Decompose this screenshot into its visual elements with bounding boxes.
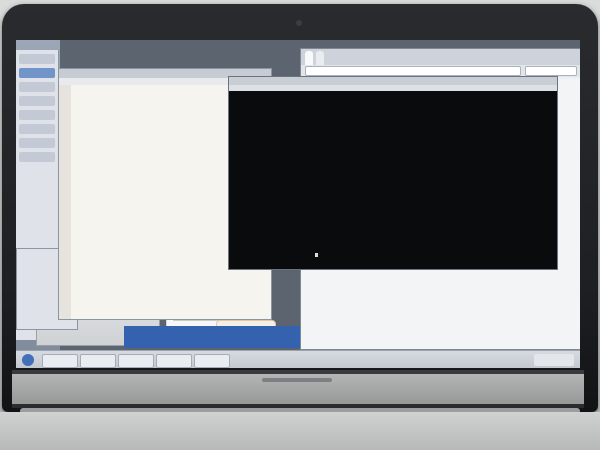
file-manager-item[interactable] — [19, 96, 55, 106]
taskbar-item[interactable] — [42, 354, 78, 368]
browser-tab[interactable] — [316, 51, 324, 65]
system-tray[interactable] — [534, 354, 574, 366]
file-manager-item[interactable] — [19, 138, 55, 148]
start-menu-icon[interactable] — [22, 354, 34, 366]
browser-tab[interactable] — [305, 51, 313, 65]
terminal-title-bar[interactable] — [229, 77, 557, 85]
editor-gutter — [59, 85, 71, 319]
laptop-base — [0, 412, 600, 450]
taskbar-item[interactable] — [194, 354, 230, 368]
search-input[interactable] — [525, 66, 577, 76]
file-manager-item-selected[interactable] — [19, 68, 55, 78]
address-bar[interactable] — [305, 66, 521, 76]
terminal-window[interactable] — [228, 76, 558, 270]
screen-bottom-bezel — [12, 370, 584, 408]
file-manager-item[interactable] — [19, 124, 55, 134]
file-manager-item[interactable] — [19, 152, 55, 162]
file-manager-item[interactable] — [19, 110, 55, 120]
terminal-menu-bar[interactable] — [229, 85, 557, 91]
browser-tab-strip — [301, 49, 580, 65]
taskbar — [16, 350, 580, 368]
taskbar-item[interactable] — [156, 354, 192, 368]
taskbar-item[interactable] — [80, 354, 116, 368]
blue-panel — [124, 326, 300, 348]
taskbar-item[interactable] — [118, 354, 154, 368]
file-manager-item[interactable] — [19, 82, 55, 92]
laptop-screen — [16, 40, 580, 368]
brand-logo — [262, 378, 332, 382]
terminal-cursor — [315, 253, 318, 257]
webcam-icon — [296, 20, 302, 26]
file-manager-item[interactable] — [19, 54, 55, 64]
